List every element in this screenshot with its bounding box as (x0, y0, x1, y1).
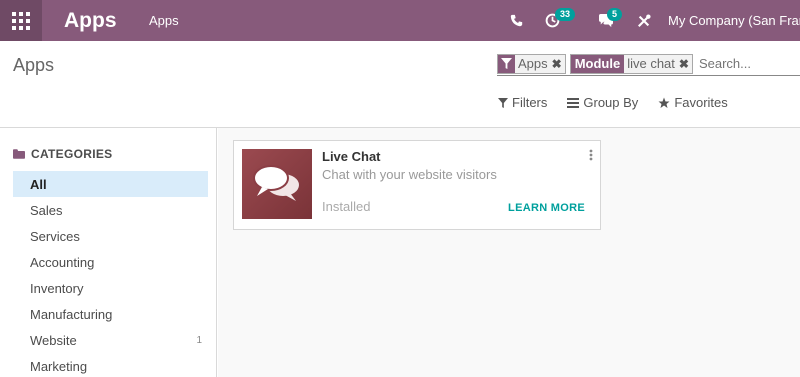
messages-button[interactable]: 5 (590, 0, 623, 41)
category-sales[interactable]: Sales (13, 197, 208, 223)
messages-badge: 5 (607, 8, 623, 21)
filters-dropdown[interactable]: Filters (498, 95, 547, 110)
favorites-label: Favorites (674, 95, 728, 110)
grid-icon (12, 11, 30, 30)
category-label: All (30, 176, 47, 192)
app-title[interactable]: Live Chat (322, 149, 381, 164)
facet-value: live chat (627, 56, 675, 71)
search-options: Filters Group By Favorites (498, 95, 748, 110)
categories-header: CATEGORIES (13, 147, 112, 161)
category-label: Sales (30, 202, 63, 218)
category-list: All Sales Services Accounting Inventory … (13, 171, 208, 377)
company-switcher[interactable]: My Company (San Francisco) (668, 13, 800, 28)
category-label: Marketing (30, 358, 88, 374)
category-label: Website (30, 332, 77, 348)
app-card-live-chat[interactable]: Live Chat Chat with your website visitor… (233, 140, 601, 230)
main-navbar: Apps Apps 33 5 My Company (San Francisco… (0, 0, 800, 41)
category-label: Accounting (30, 254, 95, 270)
category-label: Manufacturing (30, 306, 113, 322)
folder-icon (13, 149, 25, 159)
tools-icon (638, 13, 651, 27)
phone-button[interactable] (500, 0, 532, 41)
card-menu-icon[interactable] (589, 149, 593, 164)
activity-button[interactable]: 33 (536, 0, 576, 41)
kanban-view: Live Chat Chat with your website visitor… (218, 128, 800, 377)
category-label: Inventory (30, 280, 84, 296)
learn-more-button[interactable]: LEARN MORE (508, 202, 585, 214)
category-marketing[interactable]: Marketing (13, 353, 208, 377)
categories-title: CATEGORIES (31, 147, 113, 161)
favorites-dropdown[interactable]: Favorites (658, 95, 728, 110)
app-status: Installed (322, 199, 371, 214)
app-brand[interactable]: Apps (64, 9, 149, 33)
search-bar: Apps ✖ Module live chat ✖ (497, 52, 800, 76)
phone-icon (510, 14, 522, 27)
facet-value: Apps (518, 56, 548, 71)
control-panel: Apps Apps ✖ Module live chat ✖ Filters (0, 41, 800, 128)
chat-bubbles-icon (253, 165, 299, 201)
navbar-systray: 33 5 My Company (San Francisco) (500, 0, 800, 41)
category-label: Services (30, 228, 80, 244)
filter-icon (501, 58, 512, 69)
search-input[interactable] (696, 53, 777, 74)
facet-label: Module (570, 54, 625, 73)
facet-values: Apps ✖ (515, 54, 565, 73)
star-icon (658, 97, 670, 108)
app-icon (242, 149, 312, 219)
breadcrumb[interactable]: Apps (13, 55, 54, 76)
filter-icon (498, 97, 508, 108)
remove-facet-icon[interactable]: ✖ (552, 57, 562, 71)
activity-badge: 33 (555, 8, 576, 21)
search-facet-apps: Apps ✖ (497, 53, 566, 74)
filters-label: Filters (512, 95, 548, 110)
facet-values: live chat ✖ (624, 54, 692, 73)
facet-filter-label (498, 54, 515, 73)
category-services[interactable]: Services (13, 223, 208, 249)
category-website[interactable]: Website 1 (13, 327, 208, 353)
groupby-dropdown[interactable]: Group By (567, 95, 638, 110)
menu-item-apps[interactable]: Apps (149, 13, 179, 28)
remove-facet-icon[interactable]: ✖ (679, 57, 689, 71)
debug-tools-button[interactable] (628, 0, 660, 41)
category-manufacturing[interactable]: Manufacturing (13, 301, 208, 327)
category-all[interactable]: All (13, 171, 208, 197)
category-count: 1 (196, 334, 202, 346)
category-accounting[interactable]: Accounting (13, 249, 208, 275)
app-summary: Chat with your website visitors (322, 167, 497, 182)
categories-sidebar: CATEGORIES All Sales Services Accounting… (0, 128, 217, 377)
category-inventory[interactable]: Inventory (13, 275, 208, 301)
groupby-label: Group By (583, 95, 639, 110)
list-icon (567, 97, 580, 108)
app-menu-button[interactable] (0, 0, 42, 41)
search-facet-module: Module live chat ✖ (569, 53, 693, 74)
